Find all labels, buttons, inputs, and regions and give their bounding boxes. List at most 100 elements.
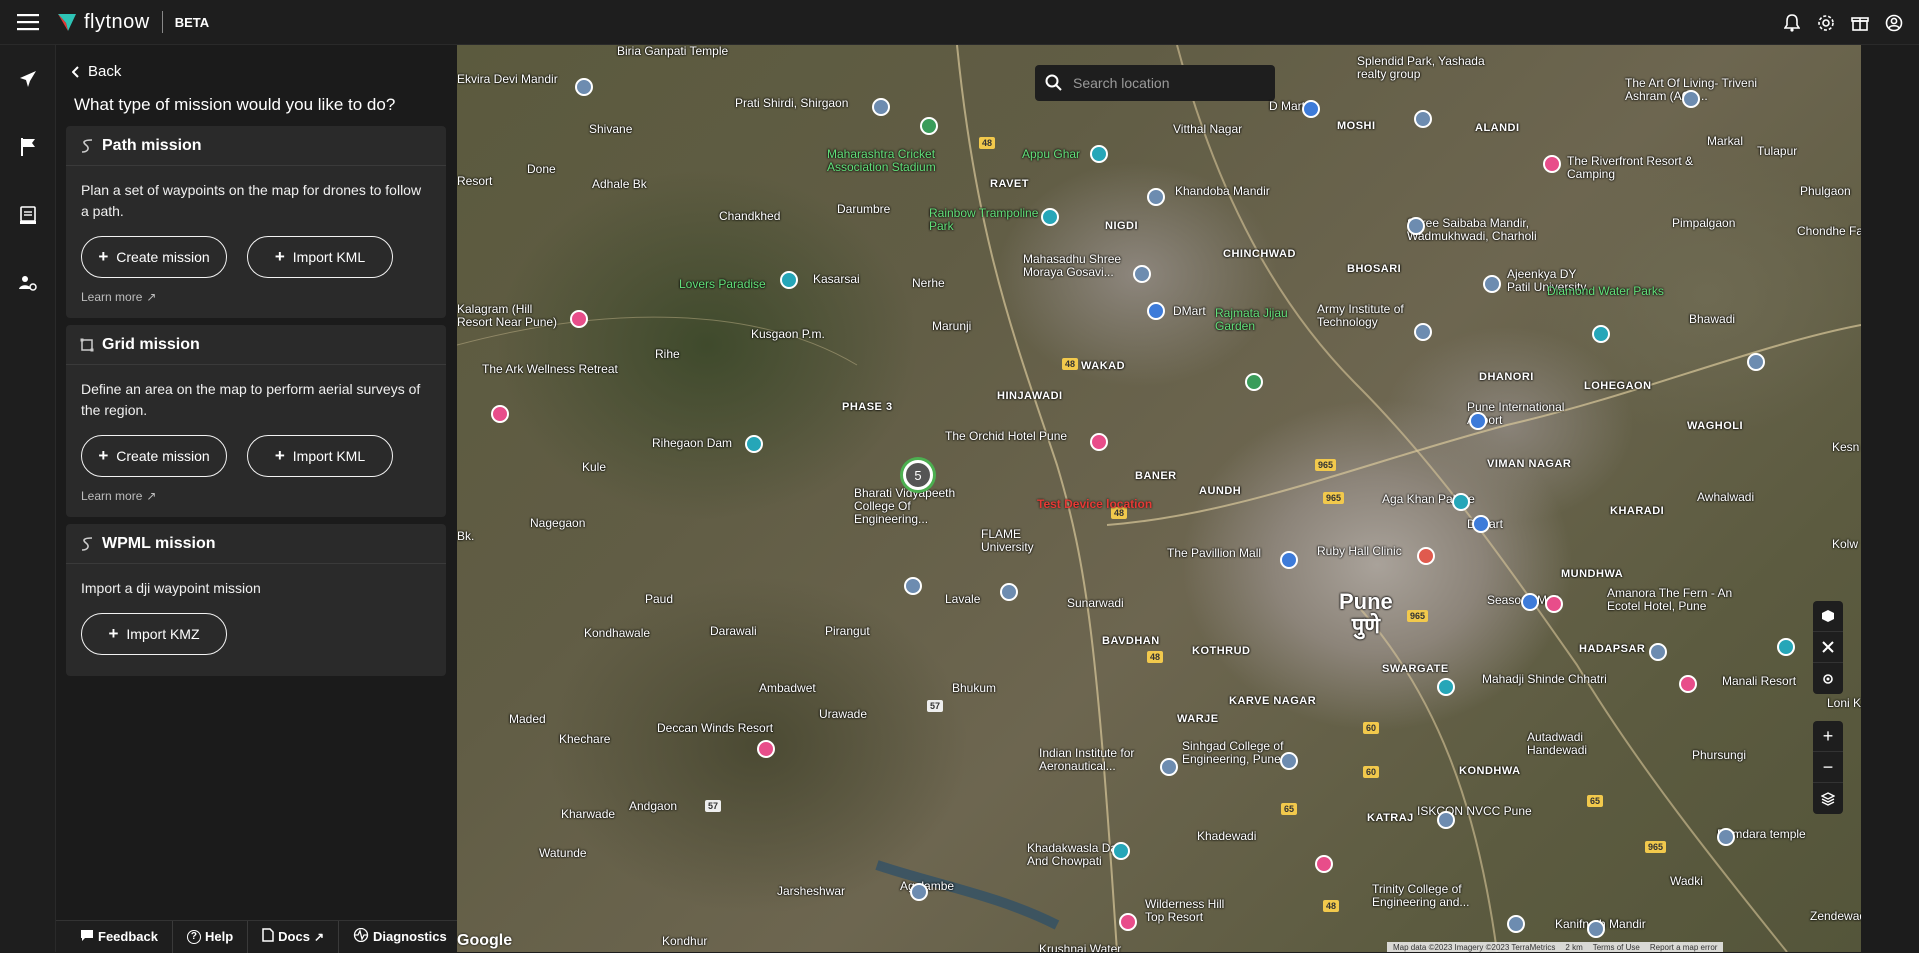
map-locate-icon[interactable] — [1813, 663, 1843, 694]
import-kml-grid-button[interactable]: + Import KML — [247, 435, 393, 477]
logo-text: flytnow — [84, 10, 150, 33]
poi-pin[interactable] — [575, 78, 593, 96]
map-label: Bharati Vidyapeeth College Of Engineerin… — [854, 486, 956, 526]
learn-more-link[interactable]: Learn more ↗ — [66, 477, 446, 503]
import-kmz-button[interactable]: + Import KMZ — [81, 613, 227, 655]
poi-pin[interactable] — [757, 740, 775, 758]
user-account-icon[interactable] — [1877, 0, 1911, 45]
map-label: Khechare — [559, 732, 611, 746]
poi-pin[interactable] — [1090, 433, 1108, 451]
poi-pin[interactable] — [1682, 90, 1700, 108]
map-label: ISKCON NVCC Pune — [1417, 804, 1532, 818]
poi-pin[interactable] — [1315, 855, 1333, 873]
map-label: Maharashtra Cricket Association Stadium — [827, 147, 936, 174]
poi-pin[interactable] — [1414, 323, 1432, 341]
poi-pin[interactable] — [491, 405, 509, 423]
card-description: Define an area on the map to perform aer… — [81, 381, 421, 418]
back-button[interactable]: Back — [72, 63, 121, 80]
poi-pin[interactable] — [780, 271, 798, 289]
rail-team-settings-icon[interactable] — [0, 249, 56, 317]
map-close-icon[interactable] — [1813, 632, 1843, 663]
diagnostics-button[interactable]: Diagnostics — [339, 921, 461, 953]
create-path-mission-button[interactable]: + Create mission — [81, 236, 227, 278]
search-input[interactable] — [1073, 75, 1263, 91]
poi-pin[interactable] — [1545, 595, 1563, 613]
docs-button[interactable]: Docs ↗ — [248, 920, 340, 953]
map-view[interactable]: Ekvira Devi Mandir Biria Ganpati Temple … — [457, 45, 1861, 952]
rail-flag-icon[interactable] — [0, 113, 56, 181]
map-label: Rihegaon Dam — [652, 436, 733, 450]
map-layers-icon[interactable] — [1813, 783, 1843, 814]
poi-pin[interactable] — [1452, 493, 1470, 511]
feedback-button[interactable]: Feedback — [56, 920, 173, 953]
poi-pin[interactable] — [1543, 155, 1561, 173]
poi-pin[interactable] — [1777, 638, 1795, 656]
button-label: Create mission — [116, 249, 210, 265]
poi-pin[interactable] — [1245, 373, 1263, 391]
location-search[interactable] — [1035, 65, 1275, 101]
map-label: Lavale — [945, 592, 981, 606]
menu-icon[interactable] — [0, 0, 56, 45]
poi-pin[interactable] — [1414, 110, 1432, 128]
poi-pin[interactable] — [1147, 302, 1165, 320]
poi-pin[interactable] — [1417, 547, 1435, 565]
rail-missions-plane-icon[interactable] — [0, 45, 56, 113]
poi-pin[interactable] — [1407, 217, 1425, 235]
learn-more-link[interactable]: Learn more ↗ — [66, 278, 446, 304]
poi-pin[interactable] — [1090, 145, 1108, 163]
poi-pin[interactable] — [1160, 758, 1178, 776]
road-shield: 48 — [1062, 358, 1079, 370]
poi-pin[interactable] — [1133, 265, 1151, 283]
poi-pin[interactable] — [1587, 920, 1605, 938]
poi-pin[interactable] — [920, 117, 938, 135]
poi-pin[interactable] — [1747, 353, 1765, 371]
poi-pin[interactable] — [1592, 325, 1610, 343]
card-title: WPML mission — [102, 534, 216, 552]
poi-pin[interactable] — [1483, 275, 1501, 293]
report-error-link[interactable]: Report a map error — [1650, 943, 1718, 952]
zoom-in-button[interactable]: + — [1813, 721, 1843, 752]
poi-pin[interactable] — [1437, 678, 1455, 696]
poi-pin[interactable] — [1112, 842, 1130, 860]
poi-pin[interactable] — [1649, 643, 1667, 661]
logo[interactable]: flytnow BETA — [56, 11, 209, 34]
help-button[interactable]: ? Help — [173, 920, 249, 953]
settings-gear-icon[interactable] — [1809, 0, 1843, 45]
poi-pin[interactable] — [1469, 412, 1487, 430]
map-3d-cube-icon[interactable] — [1813, 601, 1843, 632]
zoom-out-button[interactable]: − — [1813, 752, 1843, 783]
poi-pin[interactable] — [1280, 752, 1298, 770]
map-label: Bhukum — [952, 681, 997, 695]
poi-pin[interactable] — [745, 435, 763, 453]
map-label: AUNDH — [1199, 485, 1242, 497]
notifications-bell-icon[interactable] — [1775, 0, 1809, 45]
poi-pin[interactable] — [1147, 188, 1165, 206]
map-label: Splendid Park, Yashada realty group — [1357, 54, 1485, 81]
map-label: Chondhe Farms — [1797, 224, 1861, 238]
poi-pin[interactable] — [1472, 515, 1490, 533]
device-cluster-marker[interactable]: 5 — [903, 460, 933, 490]
poi-pin[interactable] — [904, 577, 922, 595]
logo-divider — [161, 11, 163, 33]
poi-pin[interactable] — [1000, 583, 1018, 601]
poi-pin[interactable] — [1041, 208, 1059, 226]
poi-pin[interactable] — [1119, 913, 1137, 931]
rail-logbook-icon[interactable] — [0, 181, 56, 249]
terms-link[interactable]: Terms of Use — [1593, 943, 1640, 952]
poi-pin[interactable] — [1280, 551, 1298, 569]
map-label: Vitthal Nagar — [1173, 122, 1243, 136]
gift-icon[interactable] — [1843, 0, 1877, 45]
poi-pin[interactable] — [1717, 828, 1735, 846]
road-shield: 48 — [979, 137, 996, 149]
poi-pin[interactable] — [1437, 811, 1455, 829]
poi-pin[interactable] — [1679, 675, 1697, 693]
card-description: Plan a set of waypoints on the map for d… — [81, 182, 422, 219]
poi-pin[interactable] — [1302, 100, 1320, 118]
poi-pin[interactable] — [872, 98, 890, 116]
import-kml-path-button[interactable]: + Import KML — [247, 236, 393, 278]
create-grid-mission-button[interactable]: + Create mission — [81, 435, 227, 477]
poi-pin[interactable] — [1507, 915, 1525, 933]
poi-pin[interactable] — [1521, 593, 1539, 611]
poi-pin[interactable] — [570, 310, 588, 328]
poi-pin[interactable] — [910, 883, 928, 901]
